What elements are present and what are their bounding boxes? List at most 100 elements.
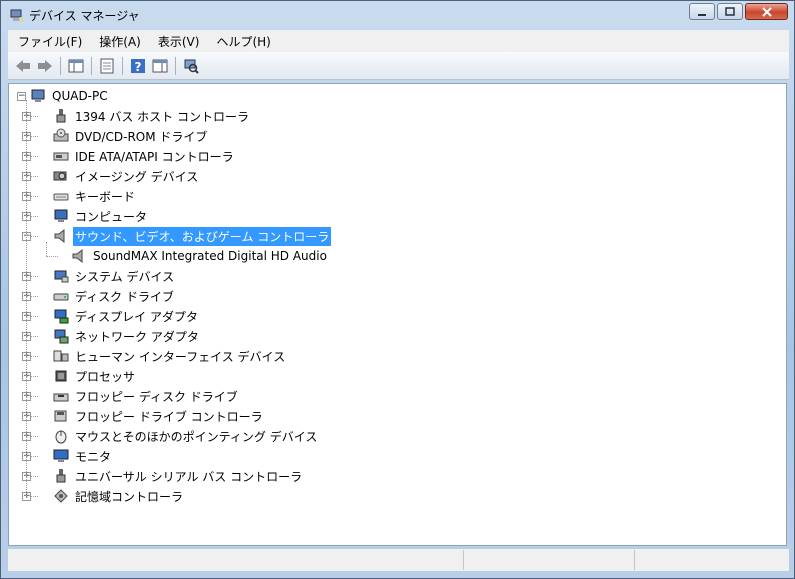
ide-controller-icon (53, 148, 69, 164)
menu-action[interactable]: 操作(A) (89, 33, 148, 50)
floppy-controller-icon (53, 408, 69, 424)
window-title: デバイス マネージャ (29, 9, 140, 23)
menu-file[interactable]: ファイル(F) (8, 33, 89, 50)
tree-category[interactable]: 記憶域コントローラ (53, 486, 185, 506)
display-adapter-icon (53, 308, 69, 324)
tree-connector (26, 100, 27, 496)
hid-icon (53, 348, 69, 364)
tree-device-label: SoundMAX Integrated Digital HD Audio (93, 249, 327, 263)
toolbar-separator (175, 56, 176, 75)
title-bar[interactable]: デバイス マネージャ (1, 1, 794, 29)
tree-category-label: ヒューマン インターフェイス デバイス (75, 349, 286, 364)
tree-category-label: システム デバイス (75, 269, 175, 284)
tree-category-label: フロッピー ドライブ コントローラ (75, 409, 263, 424)
tree-category[interactable]: サウンド、ビデオ、およびゲーム コントローラ (53, 226, 332, 246)
properties-button[interactable] (96, 55, 118, 77)
tree-category[interactable]: コンピュータ (53, 206, 149, 226)
tree-category-label: 1394 バス ホスト コントローラ (75, 109, 249, 124)
tree-category[interactable]: フロッピー ディスク ドライブ (53, 386, 240, 406)
tree-category[interactable]: モニタ (53, 446, 113, 466)
tree-category[interactable]: イメージング デバイス (53, 166, 200, 186)
tree-category-label: サウンド、ビデオ、およびゲーム コントローラ (73, 226, 332, 246)
scan-hardware-changes-button[interactable] (180, 55, 202, 77)
usb-plug-icon (53, 108, 69, 124)
status-pane-2 (464, 550, 635, 570)
storage-controller-icon (53, 488, 69, 504)
tree-root[interactable]: − QUAD-PC (17, 86, 110, 106)
tree-category-label: プロセッサ (75, 369, 136, 384)
status-pane-main (8, 550, 464, 570)
action-pane-icon (152, 59, 168, 72)
help-icon: ? (131, 58, 145, 74)
device-manager-icon (9, 7, 25, 23)
tree-category-label: イメージング デバイス (75, 169, 199, 184)
toolbar: ? (8, 52, 789, 80)
speaker-icon (53, 228, 69, 244)
usb-plug-icon (53, 468, 69, 484)
back-arrow-icon (16, 59, 30, 72)
camera-icon (53, 168, 69, 184)
forward-button[interactable] (34, 55, 56, 77)
maximize-button[interactable] (717, 3, 743, 20)
maximize-icon (725, 6, 735, 16)
computer-icon (30, 88, 46, 104)
minimize-button[interactable] (689, 3, 715, 20)
tree-category-label: マウスとそのほかのポインティング デバイス (75, 429, 318, 444)
tree-category[interactable]: ネットワーク アダプタ (53, 326, 201, 346)
disc-drive-icon (53, 128, 69, 144)
tree-category[interactable]: プロセッサ (53, 366, 137, 386)
tree-category[interactable]: 1394 バス ホスト コントローラ (53, 106, 251, 126)
computer-icon (53, 208, 69, 224)
tree-category-label: キーボード (75, 189, 136, 204)
tree-category[interactable]: ヒューマン インターフェイス デバイス (53, 346, 287, 366)
back-button[interactable] (12, 55, 34, 77)
console-tree-icon (68, 59, 84, 72)
root-label: QUAD-PC (52, 89, 108, 103)
forward-arrow-icon (38, 59, 52, 72)
tree-category[interactable]: ユニバーサル シリアル バス コントローラ (53, 466, 304, 486)
tree-device[interactable]: SoundMAX Integrated Digital HD Audio (71, 246, 329, 266)
keyboard-icon (53, 188, 69, 204)
help-button[interactable]: ? (127, 55, 149, 77)
system-device-icon (53, 268, 69, 284)
status-pane-3 (635, 550, 785, 570)
tree-category-label: IDE ATA/ATAPI コントローラ (75, 149, 234, 164)
tree-category-label: モニタ (75, 449, 112, 464)
tree-category[interactable]: IDE ATA/ATAPI コントローラ (53, 146, 236, 166)
tree-category[interactable]: DVD/CD-ROM ドライブ (53, 126, 209, 146)
tree-connector (46, 242, 47, 256)
tree-category-label: フロッピー ディスク ドライブ (75, 389, 238, 404)
close-icon (761, 6, 772, 17)
menu-bar: ファイル(F) 操作(A) 表示(V) ヘルプ(H) (8, 30, 789, 52)
status-bar (8, 549, 789, 571)
network-icon (53, 328, 69, 344)
toolbar-separator (122, 56, 123, 75)
tree-category[interactable]: キーボード (53, 186, 137, 206)
device-tree[interactable]: − QUAD-PC +1394 バス ホスト コントローラ + DVD/CD-ROM… (8, 83, 787, 546)
tree-category[interactable]: フロッピー ドライブ コントローラ (53, 406, 265, 426)
tree-category-label: ユニバーサル シリアル バス コントローラ (75, 469, 303, 484)
tree-category-label: DVD/CD-ROM ドライブ (75, 129, 208, 144)
properties-icon (100, 58, 114, 73)
tree-category[interactable]: マウスとそのほかのポインティング デバイス (53, 426, 319, 446)
tree-connector (46, 256, 58, 257)
show-hide-action-pane-button[interactable] (149, 55, 171, 77)
tree-category-label: ネットワーク アダプタ (75, 329, 199, 344)
tree-category-label: コンピュータ (75, 209, 148, 224)
tree-category[interactable]: システム デバイス (53, 266, 176, 286)
menu-view[interactable]: 表示(V) (148, 33, 207, 50)
hard-disk-icon (53, 288, 69, 304)
mouse-icon (53, 428, 69, 444)
root-expander[interactable]: − (17, 91, 26, 101)
toolbar-separator (60, 56, 61, 75)
monitor-icon (53, 448, 69, 464)
speaker-icon (71, 248, 87, 264)
floppy-disk-icon (53, 388, 69, 404)
tree-category[interactable]: ディスク ドライブ (53, 286, 176, 306)
toolbar-separator (91, 56, 92, 75)
close-button[interactable] (745, 3, 788, 20)
scan-hardware-icon (184, 59, 199, 74)
show-hide-console-tree-button[interactable] (65, 55, 87, 77)
menu-help[interactable]: ヘルプ(H) (206, 33, 277, 50)
tree-category[interactable]: ディスプレイ アダプタ (53, 306, 200, 326)
